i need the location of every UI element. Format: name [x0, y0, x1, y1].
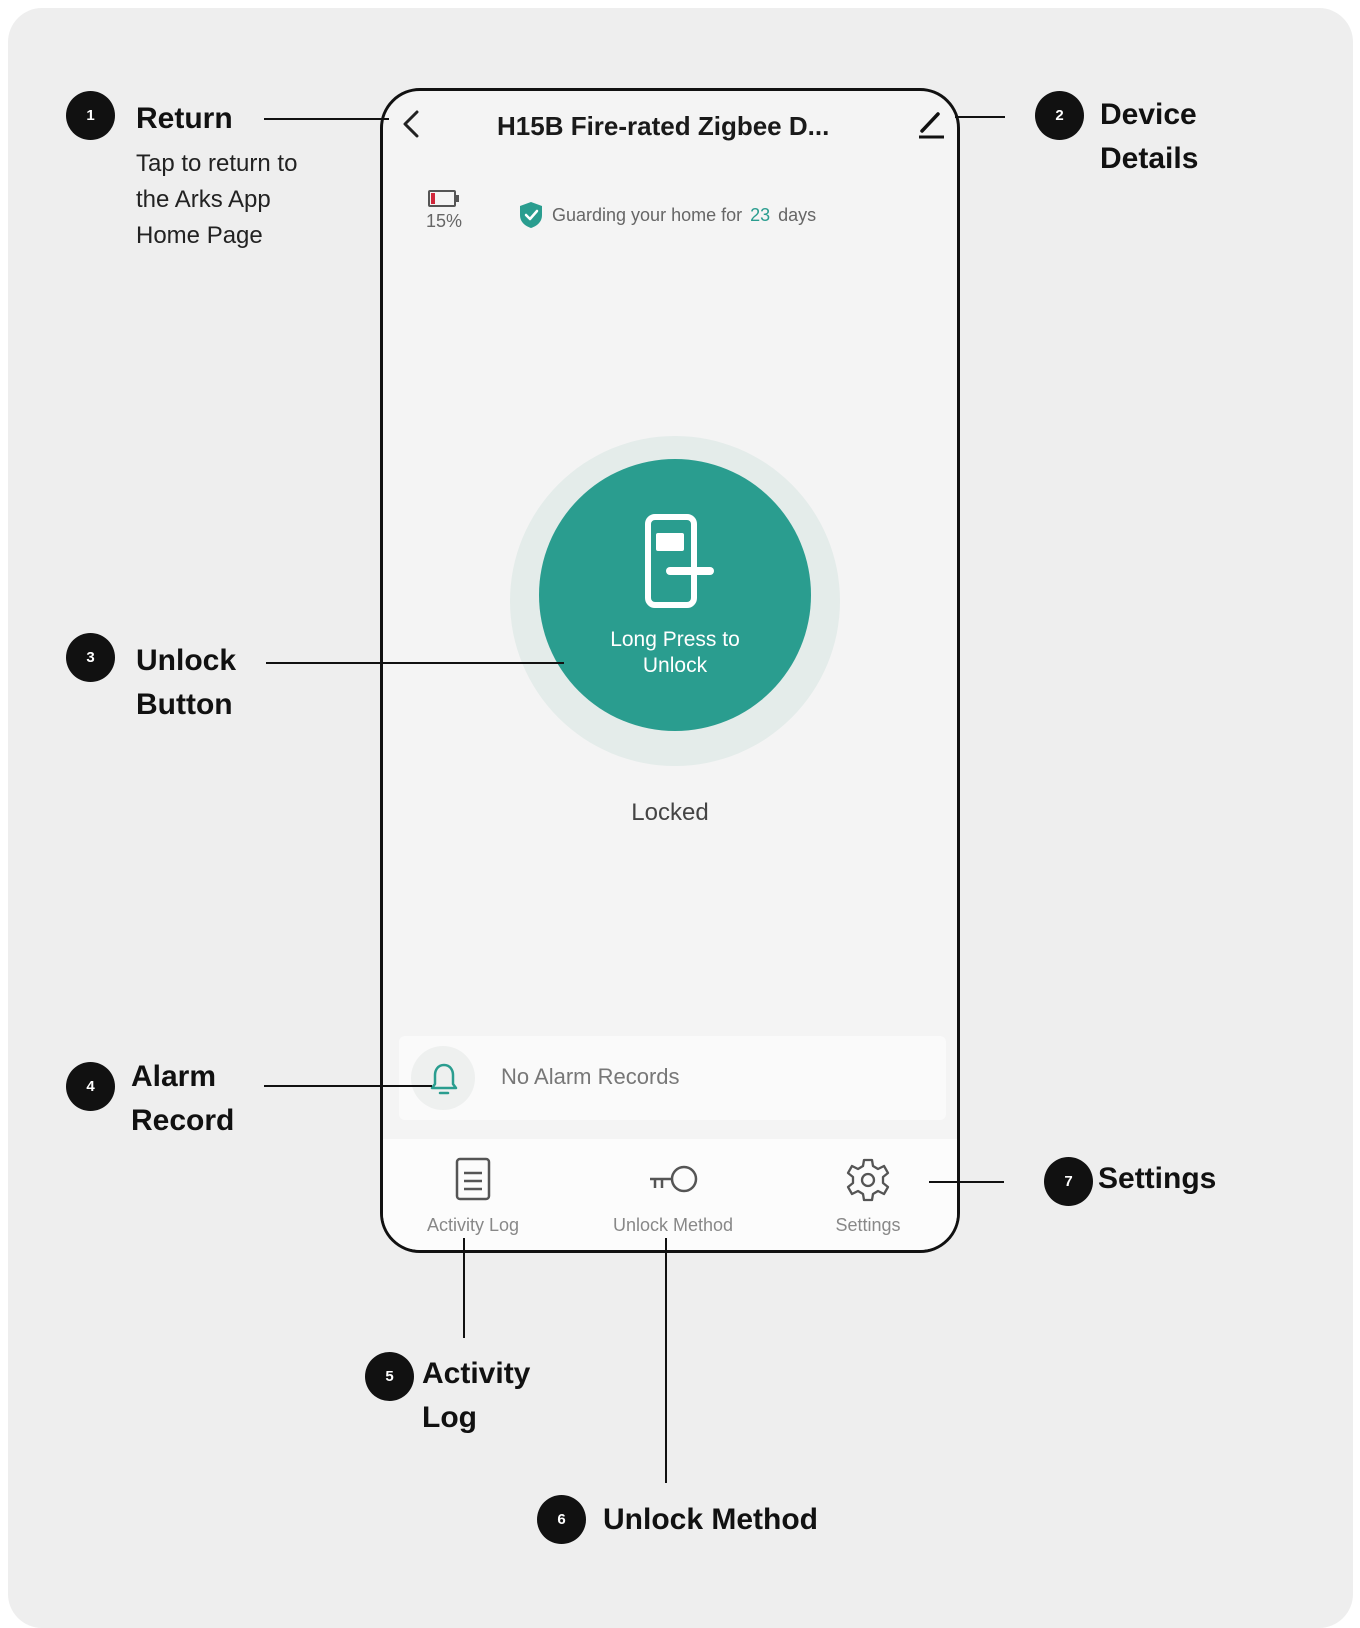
- alarm-text: No Alarm Records: [501, 1064, 680, 1089]
- guard-prefix: Guarding your home for: [552, 204, 743, 225]
- callout-badge-3: 3: [66, 633, 115, 682]
- connector-unlock-button: [266, 662, 564, 664]
- callout-title-device-details: Device Details: [1100, 98, 1199, 175]
- lock-status: Locked: [631, 799, 709, 826]
- door-lock-icon: [645, 514, 714, 608]
- callout-badge-6: 6: [537, 1495, 586, 1544]
- edit-button[interactable]: [916, 109, 946, 139]
- battery-icon: [428, 190, 459, 207]
- device-title: H15B Fire-rated Zigbee D...: [497, 111, 830, 141]
- callout-badge-7: 7: [1044, 1157, 1093, 1206]
- bell-icon: [430, 1063, 458, 1095]
- connector-settings: [929, 1181, 1004, 1183]
- callout-title-return: Return: [136, 102, 233, 135]
- connector-activity-log: [463, 1238, 465, 1338]
- callout-title-alarm-record: Alarm Record: [131, 1060, 235, 1137]
- alarm-record-card[interactable]: No Alarm Records: [399, 1036, 946, 1120]
- connector-return: [264, 118, 389, 120]
- alarm-icon-background: [411, 1046, 475, 1110]
- gear-icon: [846, 1158, 890, 1202]
- nav-label-settings: Settings: [835, 1215, 901, 1235]
- nav-activity-log[interactable]: Activity Log: [383, 1139, 563, 1250]
- nav-label-unlock-method: Unlock Method: [612, 1215, 734, 1235]
- chevron-left-icon: [403, 110, 419, 138]
- callout-title-unlock-method: Unlock Method: [603, 1503, 818, 1536]
- unlock-label: Long Press to Unlock: [610, 628, 740, 677]
- nav-unlock-method[interactable]: Unlock Method: [583, 1139, 763, 1250]
- top-bar: H15B Fire-rated Zigbee D...: [383, 91, 957, 171]
- guard-status: Guarding your home for 23 days: [518, 201, 816, 229]
- back-button[interactable]: [397, 109, 427, 139]
- unlock-button[interactable]: Long Press to Unlock: [539, 459, 811, 731]
- callout-desc-return: Tap to return to the Arks App Home Page: [136, 150, 298, 249]
- shield-check-icon: [520, 202, 542, 228]
- phone-frame: H15B Fire-rated Zigbee D... 15% Guarding…: [380, 88, 960, 1253]
- key-icon: [650, 1165, 698, 1193]
- connector-unlock-method: [665, 1238, 667, 1483]
- pencil-icon: [919, 112, 944, 139]
- callout-badge-5: 5: [365, 1352, 414, 1401]
- guard-suffix: days: [778, 204, 817, 225]
- nav-label-activity-log: Activity Log: [426, 1215, 520, 1235]
- guard-days: 23: [750, 204, 771, 225]
- callout-title-activity-log: Activity Log: [422, 1357, 531, 1434]
- connector-alarm-record: [264, 1085, 432, 1087]
- bottom-nav: Activity Log Unlock Method Settings: [383, 1139, 957, 1250]
- nav-settings[interactable]: Settings: [778, 1139, 957, 1250]
- document-icon: [455, 1157, 491, 1201]
- connector-device-details: [955, 116, 1005, 118]
- callout-title-settings: Settings: [1098, 1162, 1217, 1195]
- callout-badge-4: 4: [66, 1062, 115, 1111]
- callout-title-unlock-button: Unlock Button: [136, 644, 237, 721]
- callout-badge-1: 1: [66, 91, 115, 140]
- battery-status: 15%: [419, 189, 469, 232]
- callout-badge-2: 2: [1035, 91, 1084, 140]
- battery-percent: 15%: [425, 211, 463, 231]
